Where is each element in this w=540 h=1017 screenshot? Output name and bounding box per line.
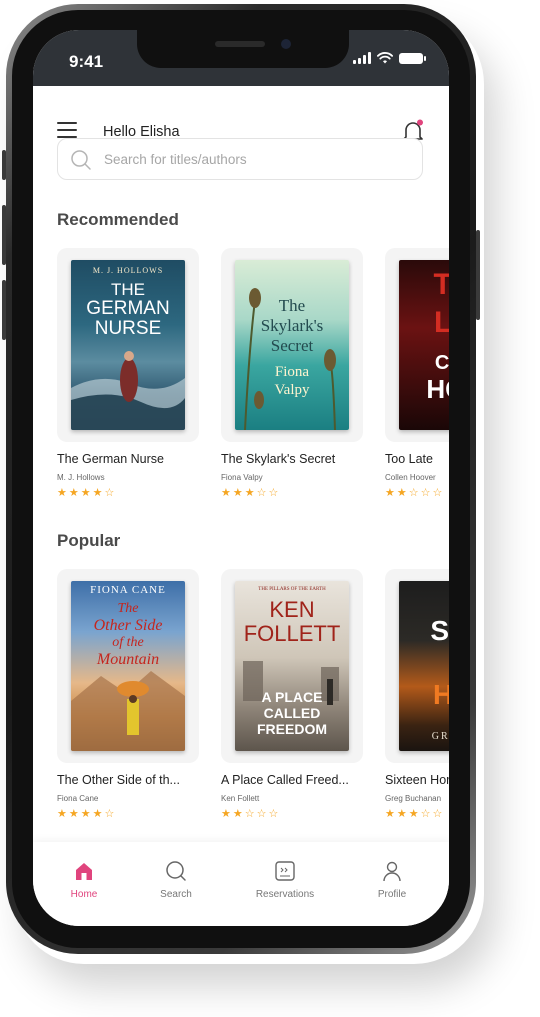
cover-title-line: SIX xyxy=(430,615,449,646)
battery-icon xyxy=(399,52,426,64)
book-card[interactable]: M. J. HOLLOWS THE GERMAN NURSE The Germa… xyxy=(57,248,199,499)
star-rating: ★★☆☆☆ xyxy=(221,808,281,820)
cover-author-text: Valpy xyxy=(274,382,310,398)
book-author: Ken Follett xyxy=(221,794,260,803)
cover-title-line: Secret xyxy=(270,336,314,355)
search-input[interactable]: Search for titles/authors xyxy=(57,138,423,180)
notch xyxy=(137,30,349,68)
book-title: Sixteen Hor xyxy=(385,773,449,787)
nav-label: Reservations xyxy=(255,889,315,900)
star-rating: ★★★☆☆ xyxy=(385,808,445,820)
cover-title-line: GERMAN xyxy=(86,298,170,319)
book-title: The Skylark's Secret xyxy=(221,452,336,466)
star-rating: ★★★☆☆ xyxy=(221,487,281,499)
phone-frame: 9:41 Hello Elisha Search for titles/auth… xyxy=(6,4,476,954)
book-card[interactable]: FIONA CANE The Other Side of the Mountai… xyxy=(57,569,199,820)
cover-author-text: GREG B xyxy=(431,731,449,742)
book-title: The German Nurse xyxy=(57,452,164,466)
power-button xyxy=(476,230,480,320)
screen: 9:41 Hello Elisha Search for titles/auth… xyxy=(33,30,449,926)
cover-title-line: THE xyxy=(111,280,145,299)
book-cover-frame: FIONA CANE The Other Side of the Mountai… xyxy=(57,569,199,763)
star-rating: ★★☆☆☆ xyxy=(385,487,445,499)
book-author: Fiona Cane xyxy=(57,794,99,803)
recommended-section-title: Recommended xyxy=(57,210,179,229)
front-camera xyxy=(281,39,291,49)
popular-book-row: FIONA CANE The Other Side of the Mountai… xyxy=(57,569,449,829)
nav-item-home[interactable]: Home xyxy=(39,860,129,900)
star-rating: ★★★★☆ xyxy=(57,808,117,820)
cover-title-line: A PLACE xyxy=(261,689,323,705)
book-card[interactable]: The Skylark's Secret Fiona Valpy The Sky… xyxy=(221,248,363,499)
star-rating: ★★★★☆ xyxy=(57,487,117,499)
wifi-icon xyxy=(377,52,393,64)
book-cover-frame: M. J. HOLLOWS THE GERMAN NURSE xyxy=(57,248,199,442)
search-icon xyxy=(71,150,91,170)
cover-author-text: FIONA CANE xyxy=(90,584,166,596)
cover-title-line: FREEDOM xyxy=(257,721,327,737)
speaker-grille xyxy=(215,41,265,47)
signal-icon xyxy=(353,52,371,64)
book-cover-frame: SIX HO GREG B xyxy=(385,569,449,763)
book-cover: THE PILLARS OF THE EARTH KEN FOLLETT A P… xyxy=(235,581,349,751)
status-icons xyxy=(353,52,426,64)
cover-author-text: HOO xyxy=(426,374,449,404)
cover-author-text: Fiona xyxy=(274,364,310,380)
book-title: Too Late xyxy=(385,452,433,466)
popular-section-title: Popular xyxy=(57,531,121,550)
search-placeholder: Search for titles/authors xyxy=(104,152,247,167)
menu-icon[interactable] xyxy=(57,122,77,138)
book-cover: FIONA CANE The Other Side of the Mountai… xyxy=(71,581,185,751)
cover-title-line: CALLED xyxy=(263,705,321,721)
book-title: The Other Side of th... xyxy=(57,773,180,787)
book-cover: SIX HO GREG B xyxy=(399,581,449,751)
status-time: 9:41 xyxy=(69,52,104,71)
search-icon xyxy=(166,861,186,881)
cover-author-text: KEN xyxy=(269,597,315,622)
nav-item-profile[interactable]: Profile xyxy=(347,860,437,900)
book-card[interactable]: SIX HO GREG B Sixteen Hor Greg Buchanan … xyxy=(385,569,449,820)
nav-label: Profile xyxy=(377,889,407,900)
nav-label: Home xyxy=(70,889,98,900)
book-card[interactable]: THE PILLARS OF THE EARTH KEN FOLLETT A P… xyxy=(221,569,363,820)
cover-author-text: COL xyxy=(434,352,449,374)
cover-title-line: HO xyxy=(433,679,449,710)
book-cover-frame: The Skylark's Secret Fiona Valpy xyxy=(221,248,363,442)
cover-title-line: The xyxy=(278,296,306,315)
cover-title-line: Mountain xyxy=(96,651,160,668)
book-cover: M. J. HOLLOWS THE GERMAN NURSE xyxy=(71,260,185,430)
cover-title-line: NURSE xyxy=(94,318,162,339)
recommended-book-row: M. J. HOLLOWS THE GERMAN NURSE The Germa… xyxy=(57,248,449,508)
reservations-icon xyxy=(275,861,295,881)
cover-title-line: Other Side xyxy=(93,617,163,634)
cover-author-text: FOLLETT xyxy=(243,621,341,646)
cover-title-line: of the xyxy=(112,635,144,650)
book-cover: The Skylark's Secret Fiona Valpy xyxy=(235,260,349,430)
book-author: Fiona Valpy xyxy=(221,473,263,482)
book-author: M. J. Hollows xyxy=(57,473,105,482)
cover-title-line: TO xyxy=(433,268,449,301)
status-bar: 9:41 xyxy=(33,30,449,86)
book-card[interactable]: TO LA COL HOO Too Late Collen Hoover ★★☆… xyxy=(385,248,449,499)
cover-author-text: M. J. HOLLOWS xyxy=(92,266,164,275)
home-icon xyxy=(76,863,92,880)
book-cover-frame: TO LA COL HOO xyxy=(385,248,449,442)
nav-label: Search xyxy=(160,889,192,900)
book-title: A Place Called Freed... xyxy=(221,773,349,787)
phone-bezel: 9:41 Hello Elisha Search for titles/auth… xyxy=(12,10,470,948)
nav-item-reservations[interactable]: Reservations xyxy=(240,860,330,900)
cover-title-line: LA xyxy=(434,306,449,339)
book-cover: TO LA COL HOO xyxy=(399,260,449,430)
book-author: Collen Hoover xyxy=(385,473,436,482)
cover-title-line: The xyxy=(117,601,139,616)
book-cover-frame: THE PILLARS OF THE EARTH KEN FOLLETT A P… xyxy=(221,569,363,763)
cover-title-line: Skylark's xyxy=(260,316,324,335)
bottom-nav: Home Search Reservations Profile xyxy=(33,842,449,926)
nav-item-search[interactable]: Search xyxy=(131,860,221,900)
profile-icon xyxy=(383,861,401,882)
book-author: Greg Buchanan xyxy=(385,794,442,803)
cover-tagline: THE PILLARS OF THE EARTH xyxy=(258,587,326,592)
